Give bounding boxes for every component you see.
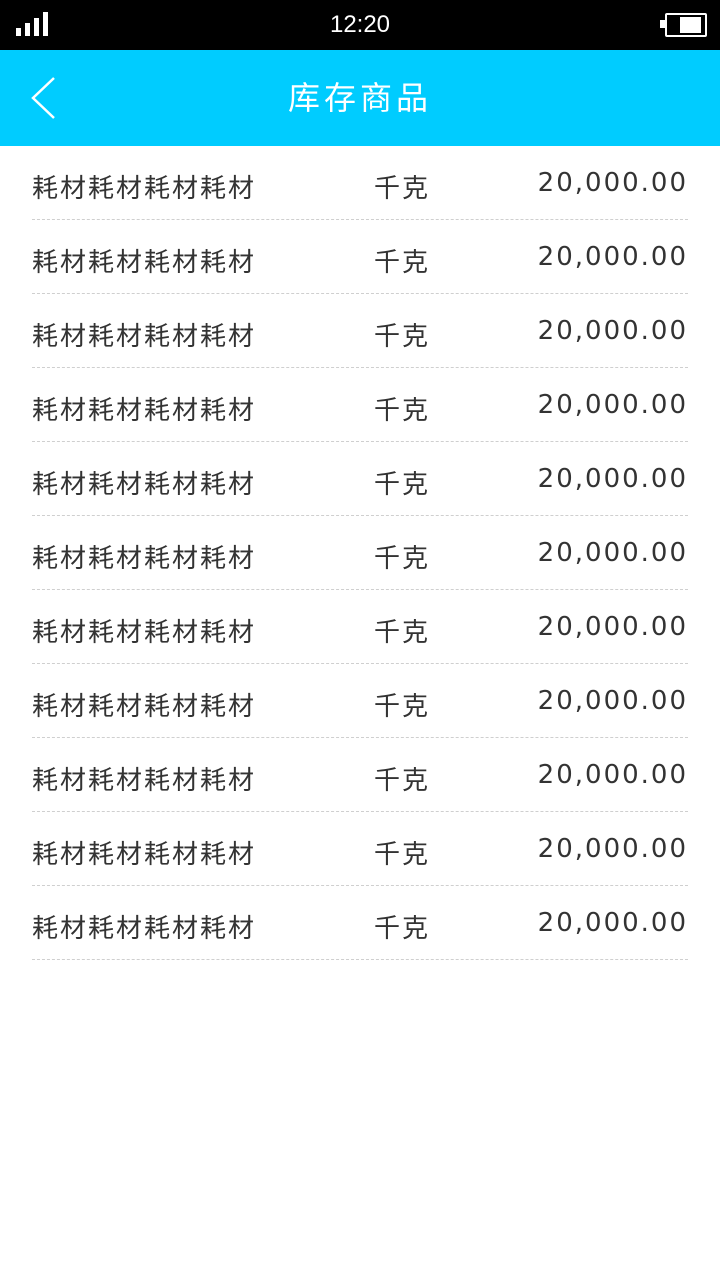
- list-item[interactable]: 耗材耗材耗材耗材 千克 20,000.00: [32, 220, 688, 294]
- status-time: 12:20: [329, 11, 391, 38]
- item-unit: 千克: [374, 840, 431, 870]
- item-amount: 20,000.00: [537, 538, 688, 568]
- item-name: 耗材耗材耗材耗材: [32, 396, 257, 426]
- item-unit: 千克: [374, 248, 431, 278]
- list-item[interactable]: 耗材耗材耗材耗材 千克 20,000.00: [32, 590, 688, 664]
- item-name: 耗材耗材耗材耗材: [32, 618, 257, 648]
- item-name: 耗材耗材耗材耗材: [32, 544, 257, 574]
- item-name: 耗材耗材耗材耗材: [32, 248, 257, 278]
- page-title: 库存商品: [287, 79, 432, 117]
- item-unit: 千克: [374, 914, 431, 944]
- item-name: 耗材耗材耗材耗材: [32, 766, 257, 796]
- item-unit: 千克: [374, 322, 431, 352]
- list-item[interactable]: 耗材耗材耗材耗材 千克 20,000.00: [32, 294, 688, 368]
- list-item[interactable]: 耗材耗材耗材耗材 千克 20,000.00: [32, 146, 688, 220]
- item-name: 耗材耗材耗材耗材: [32, 470, 257, 500]
- item-amount: 20,000.00: [537, 316, 688, 346]
- item-amount: 20,000.00: [537, 242, 688, 272]
- item-unit: 千克: [374, 174, 431, 204]
- list-item[interactable]: 耗材耗材耗材耗材 千克 20,000.00: [32, 442, 688, 516]
- item-name: 耗材耗材耗材耗材: [32, 692, 257, 722]
- item-amount: 20,000.00: [537, 834, 688, 864]
- item-unit: 千克: [374, 618, 431, 648]
- list-item[interactable]: 耗材耗材耗材耗材 千克 20,000.00: [32, 812, 688, 886]
- item-unit: 千克: [374, 470, 431, 500]
- list-item[interactable]: 耗材耗材耗材耗材 千克 20,000.00: [32, 516, 688, 590]
- item-unit: 千克: [374, 544, 431, 574]
- list-item[interactable]: 耗材耗材耗材耗材 千克 20,000.00: [32, 664, 688, 738]
- status-bar: 12:20: [0, 0, 720, 50]
- list-item[interactable]: 耗材耗材耗材耗材 千克 20,000.00: [32, 738, 688, 812]
- item-unit: 千克: [374, 766, 431, 796]
- item-amount: 20,000.00: [537, 612, 688, 642]
- item-amount: 20,000.00: [537, 464, 688, 494]
- battery-icon: [660, 13, 707, 37]
- item-name: 耗材耗材耗材耗材: [32, 840, 257, 870]
- item-amount: 20,000.00: [537, 686, 688, 716]
- item-name: 耗材耗材耗材耗材: [32, 174, 257, 204]
- item-unit: 千克: [374, 396, 431, 426]
- list-item[interactable]: 耗材耗材耗材耗材 千克 20,000.00: [32, 886, 688, 960]
- item-amount: 20,000.00: [537, 390, 688, 420]
- item-name: 耗材耗材耗材耗材: [32, 914, 257, 944]
- item-name: 耗材耗材耗材耗材: [32, 322, 257, 352]
- item-amount: 20,000.00: [537, 168, 688, 198]
- list-item[interactable]: 耗材耗材耗材耗材 千克 20,000.00: [32, 368, 688, 442]
- item-amount: 20,000.00: [537, 760, 688, 790]
- app-header: 库存商品: [0, 50, 720, 146]
- inventory-list: 耗材耗材耗材耗材 千克 20,000.00 耗材耗材耗材耗材 千克 20,000…: [0, 146, 720, 960]
- item-unit: 千克: [374, 692, 431, 722]
- item-amount: 20,000.00: [537, 908, 688, 938]
